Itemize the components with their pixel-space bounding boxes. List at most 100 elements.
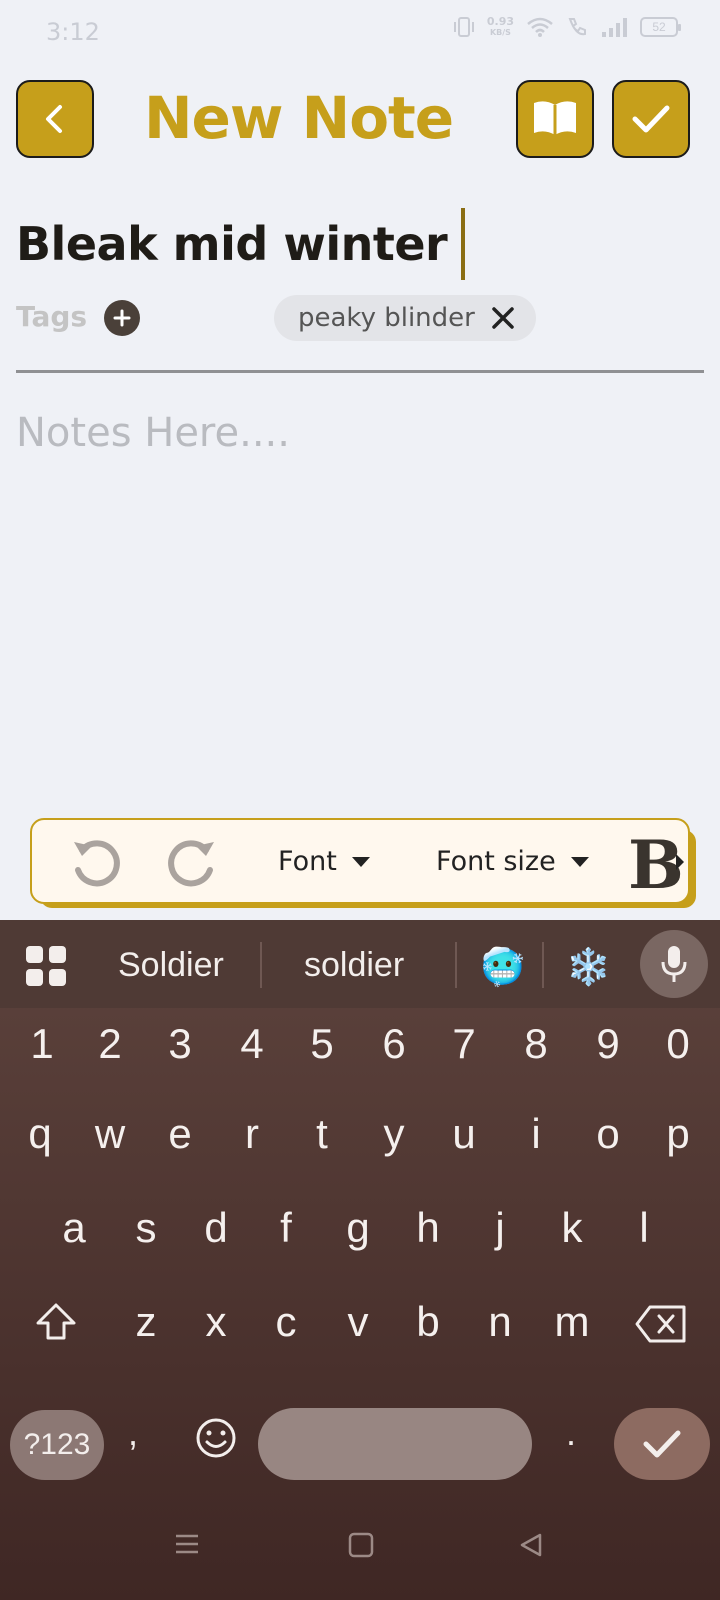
caret-down-icon [351, 856, 370, 867]
key-p[interactable]: p [648, 1110, 708, 1158]
key-x[interactable]: x [186, 1298, 246, 1346]
font-dropdown[interactable]: Font [278, 846, 371, 877]
microphone-button[interactable] [640, 930, 708, 998]
key-r[interactable]: r [222, 1110, 282, 1158]
divider [16, 370, 704, 373]
suggestion-2[interactable]: soldier [304, 946, 404, 985]
key-e[interactable]: e [150, 1110, 210, 1158]
suggestion-separator [542, 942, 544, 988]
enter-key[interactable] [614, 1408, 710, 1480]
status-bar: 3:12 0.93 KB/S 52 [0, 0, 720, 64]
key-8[interactable]: 8 [506, 1020, 566, 1068]
key-6[interactable]: 6 [364, 1020, 424, 1068]
font-size-dropdown-label: Font size [436, 846, 556, 877]
key-m[interactable]: m [542, 1298, 602, 1346]
save-button[interactable] [612, 80, 690, 158]
emoji-suggestion-1[interactable]: 🥶 [480, 946, 525, 988]
key-w[interactable]: w [80, 1110, 140, 1158]
key-4[interactable]: 4 [222, 1020, 282, 1068]
tags-label: Tags [16, 300, 88, 333]
recents-button[interactable] [174, 1532, 200, 1561]
key-y[interactable]: y [364, 1110, 424, 1158]
backspace-icon [635, 1305, 686, 1343]
read-mode-button[interactable] [516, 80, 594, 158]
key-c[interactable]: c [256, 1298, 316, 1346]
net-speed-unit: KB/S [489, 28, 511, 37]
symbols-key[interactable]: ?123 [10, 1410, 104, 1480]
emoji-key[interactable] [194, 1416, 238, 1465]
key-2[interactable]: 2 [80, 1020, 140, 1068]
key-f[interactable]: f [256, 1204, 316, 1252]
tag-chip-label: peaky blinder [298, 303, 475, 333]
microphone-icon [661, 946, 687, 982]
shift-arrow-icon [36, 1303, 76, 1340]
checkmark-icon [643, 1430, 681, 1458]
font-size-dropdown[interactable]: Font size [436, 846, 590, 877]
chevron-left-icon [46, 105, 62, 133]
key-l[interactable]: l [614, 1204, 674, 1252]
text-cursor [461, 208, 466, 280]
key-3[interactable]: 3 [150, 1020, 210, 1068]
key-v[interactable]: v [328, 1298, 388, 1346]
key-7[interactable]: 7 [434, 1020, 494, 1068]
key-b[interactable]: b [398, 1298, 458, 1346]
key-j[interactable]: j [470, 1204, 530, 1252]
menu-lines-icon [176, 1534, 198, 1554]
close-icon[interactable] [491, 306, 515, 330]
open-book-icon [534, 101, 576, 135]
key-n[interactable]: n [470, 1298, 530, 1346]
key-5[interactable]: 5 [292, 1020, 352, 1068]
key-z[interactable]: z [116, 1298, 176, 1346]
comma-key[interactable]: , [128, 1412, 138, 1454]
suggestion-separator [455, 942, 457, 988]
checkmark-icon [632, 105, 670, 133]
scroll-right-arrow-icon[interactable] [676, 854, 684, 870]
key-1[interactable]: 1 [12, 1020, 72, 1068]
back-nav-button[interactable] [518, 1532, 544, 1563]
plus-icon [113, 309, 131, 327]
key-q[interactable]: q [10, 1110, 70, 1158]
caret-down-icon [570, 856, 589, 867]
shift-key[interactable] [34, 1302, 78, 1347]
suggestion-1[interactable]: Soldier [118, 946, 224, 985]
suggestion-bar: Soldier soldier 🥶 ❄️ [0, 920, 720, 1008]
system-nav-bar [0, 1500, 720, 1600]
wifi-call-icon [568, 18, 586, 36]
key-d[interactable]: d [186, 1204, 246, 1252]
key-a[interactable]: a [44, 1204, 104, 1252]
key-u[interactable]: u [434, 1110, 494, 1158]
signal-icon [602, 18, 627, 37]
emoji-suggestion-2[interactable]: ❄️ [566, 946, 611, 988]
note-title-input[interactable]: Bleak mid winter [16, 208, 466, 280]
key-0[interactable]: 0 [648, 1020, 708, 1068]
battery-icon: 52 [640, 17, 681, 37]
key-k[interactable]: k [542, 1204, 602, 1252]
key-s[interactable]: s [116, 1204, 176, 1252]
key-o[interactable]: o [578, 1110, 638, 1158]
suggestion-separator [260, 942, 262, 988]
wifi-icon [527, 17, 553, 37]
key-g[interactable]: g [328, 1204, 388, 1252]
apps-grid-icon[interactable] [26, 946, 66, 986]
network-speed: 0.93 KB/S [487, 16, 514, 38]
key-h[interactable]: h [398, 1204, 458, 1252]
undo-button[interactable] [68, 836, 124, 895]
status-time: 3:12 [46, 18, 100, 46]
period-key[interactable]: . [566, 1412, 576, 1454]
back-button[interactable] [16, 80, 94, 158]
triangle-back-icon [520, 1533, 542, 1557]
notes-body-placeholder: Notes Here.... [16, 410, 290, 456]
backspace-key[interactable] [634, 1304, 688, 1349]
space-key[interactable] [258, 1408, 532, 1480]
key-t[interactable]: t [292, 1110, 352, 1158]
add-tag-button[interactable] [104, 300, 140, 336]
notes-body-input[interactable]: Notes Here.... [16, 410, 704, 810]
redo-icon [168, 840, 214, 887]
formatting-toolbar: Font Font size B [30, 818, 690, 904]
home-button[interactable] [348, 1532, 374, 1563]
key-9[interactable]: 9 [578, 1020, 638, 1068]
tag-chip[interactable]: peaky blinder [274, 295, 536, 341]
note-title-text: Bleak mid winter [16, 217, 448, 271]
redo-button[interactable] [164, 836, 220, 895]
key-i[interactable]: i [506, 1110, 566, 1158]
